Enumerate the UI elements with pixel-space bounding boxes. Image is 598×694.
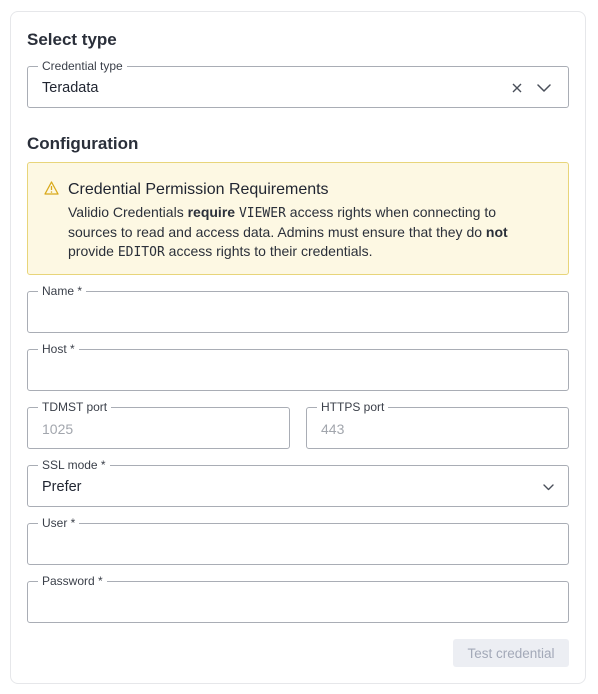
host-field[interactable]: Host * bbox=[27, 342, 569, 391]
alert-title: Credential Permission Requirements bbox=[68, 181, 329, 198]
alert-body: Validio Credentials require VIEWER acces… bbox=[68, 204, 508, 260]
configuration-heading: Configuration bbox=[27, 134, 139, 153]
name-input[interactable] bbox=[28, 292, 568, 332]
chevron-down-icon[interactable] bbox=[534, 78, 554, 98]
https-port-placeholder: 443 bbox=[321, 421, 345, 437]
user-field[interactable]: User * bbox=[27, 516, 569, 565]
test-credential-button[interactable]: Test credential bbox=[453, 639, 569, 667]
user-input[interactable] bbox=[28, 524, 568, 564]
https-port-field[interactable]: HTTPS port 443 bbox=[306, 400, 569, 449]
host-input[interactable] bbox=[28, 350, 568, 390]
tdmst-port-label: TDMST port bbox=[38, 400, 112, 414]
password-input[interactable] bbox=[28, 582, 568, 622]
ssl-mode-label: SSL mode * bbox=[38, 458, 110, 472]
close-icon[interactable] bbox=[508, 79, 526, 97]
credential-type-value: Teradata bbox=[42, 80, 99, 96]
select-type-heading: Select type bbox=[27, 30, 117, 49]
ssl-mode-value: Prefer bbox=[42, 479, 82, 495]
ssl-mode-select[interactable]: SSL mode * Prefer bbox=[27, 458, 569, 507]
credential-type-label: Credential type bbox=[38, 59, 127, 73]
credential-type-select[interactable]: Credential type Teradata bbox=[27, 59, 569, 108]
name-field[interactable]: Name * bbox=[27, 284, 569, 333]
password-field[interactable]: Password * bbox=[27, 574, 569, 623]
https-port-label: HTTPS port bbox=[317, 400, 389, 414]
tdmst-port-field[interactable]: TDMST port 1025 bbox=[27, 400, 290, 449]
permission-alert: Credential Permission Requirements Valid… bbox=[27, 162, 569, 275]
warning-triangle-icon bbox=[44, 181, 59, 200]
tdmst-port-placeholder: 1025 bbox=[42, 421, 74, 437]
chevron-down-icon[interactable] bbox=[540, 479, 556, 495]
